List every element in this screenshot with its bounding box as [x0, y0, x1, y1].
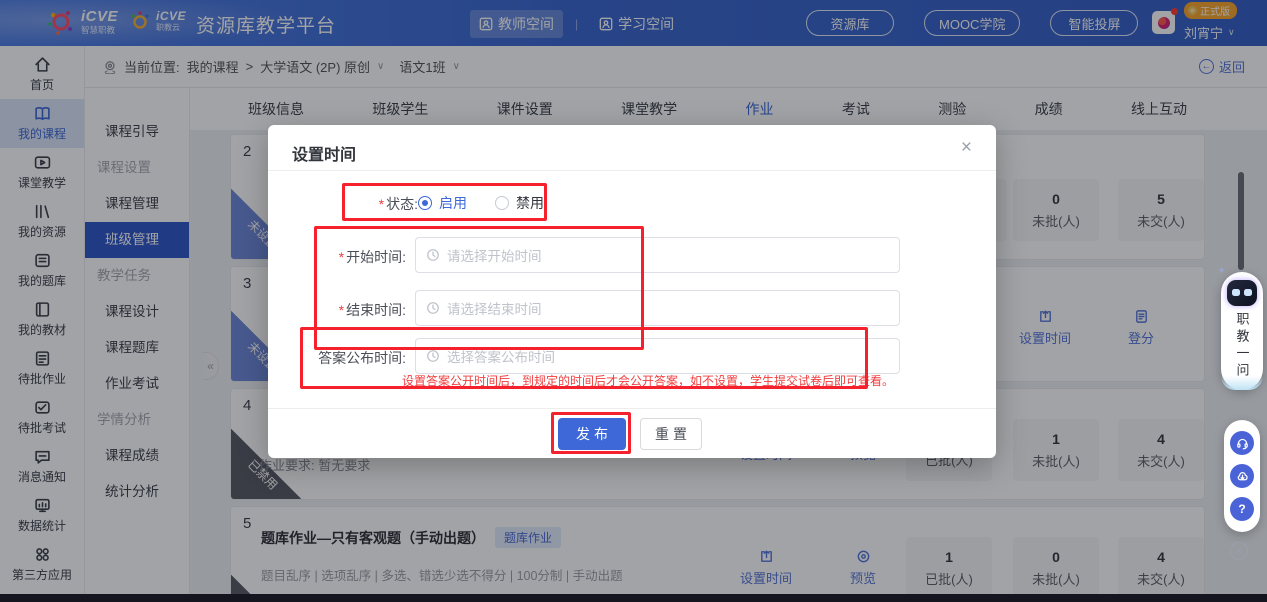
radio-disable[interactable]: 禁用 [495, 193, 544, 213]
dialog-title: 设置时间 [292, 141, 356, 165]
required-marker: * [339, 302, 344, 318]
start-time-placeholder: 请选择开始时间 [447, 245, 542, 265]
status-radio-group: 启用 禁用 [418, 193, 544, 213]
answer-publish-time-label: 答案公布时间: [296, 348, 406, 368]
ai-assistant-button[interactable]: ✦ 职教一问 [1221, 272, 1263, 390]
required-marker: * [339, 249, 344, 265]
close-icon[interactable]: × [961, 138, 972, 157]
start-time-input[interactable]: 请选择开始时间 [415, 237, 900, 273]
end-time-placeholder: 请选择结束时间 [447, 298, 542, 318]
reset-button[interactable]: 重置 [640, 418, 702, 450]
clock-icon [426, 349, 440, 363]
download-button[interactable] [1230, 464, 1254, 488]
headset-icon [1236, 437, 1249, 450]
floating-toolbar: ? [1224, 420, 1260, 532]
answer-publish-hint: 设置答案公开时间后，到规定的时间后才会公开答案，如不设置，学生提交试卷后即可查看… [402, 372, 894, 389]
status-label: *状态: [308, 194, 418, 214]
customer-service-button[interactable] [1230, 431, 1254, 455]
dialog-footer-divider [268, 408, 996, 409]
help-button[interactable]: ? [1230, 497, 1254, 521]
radio-enable[interactable]: 启用 [418, 193, 467, 213]
end-time-input[interactable]: 请选择结束时间 [415, 290, 900, 326]
clock-icon [426, 248, 440, 262]
dialog-header-divider [268, 170, 996, 171]
radio-dot [495, 196, 509, 210]
answer-publish-time-placeholder: 选择答案公布时间 [447, 346, 555, 366]
required-marker: * [379, 196, 384, 212]
assistant-label: 职教一问 [1233, 312, 1252, 380]
close-toolbar-icon[interactable]: × [1230, 542, 1248, 560]
clock-icon [426, 301, 440, 315]
bottom-bar [0, 594, 1267, 602]
robot-icon [1227, 280, 1257, 306]
start-time-label: *开始时间: [296, 247, 406, 267]
answer-publish-time-input[interactable]: 选择答案公布时间 [415, 338, 900, 374]
set-time-dialog: 设置时间 × *状态: 启用 禁用 *开始时间: 请选择开始时间 *结束时间: [268, 125, 996, 458]
publish-button[interactable]: 发布 [558, 418, 626, 450]
app-root: iCVE 智慧职教 iCVE 职教云 资源库教学平台 教师空间 [0, 0, 1267, 602]
end-time-label: *结束时间: [296, 300, 406, 320]
sparkle-icon: ✦ [1217, 264, 1226, 277]
cloud-download-icon [1236, 470, 1249, 483]
radio-dot [418, 196, 432, 210]
